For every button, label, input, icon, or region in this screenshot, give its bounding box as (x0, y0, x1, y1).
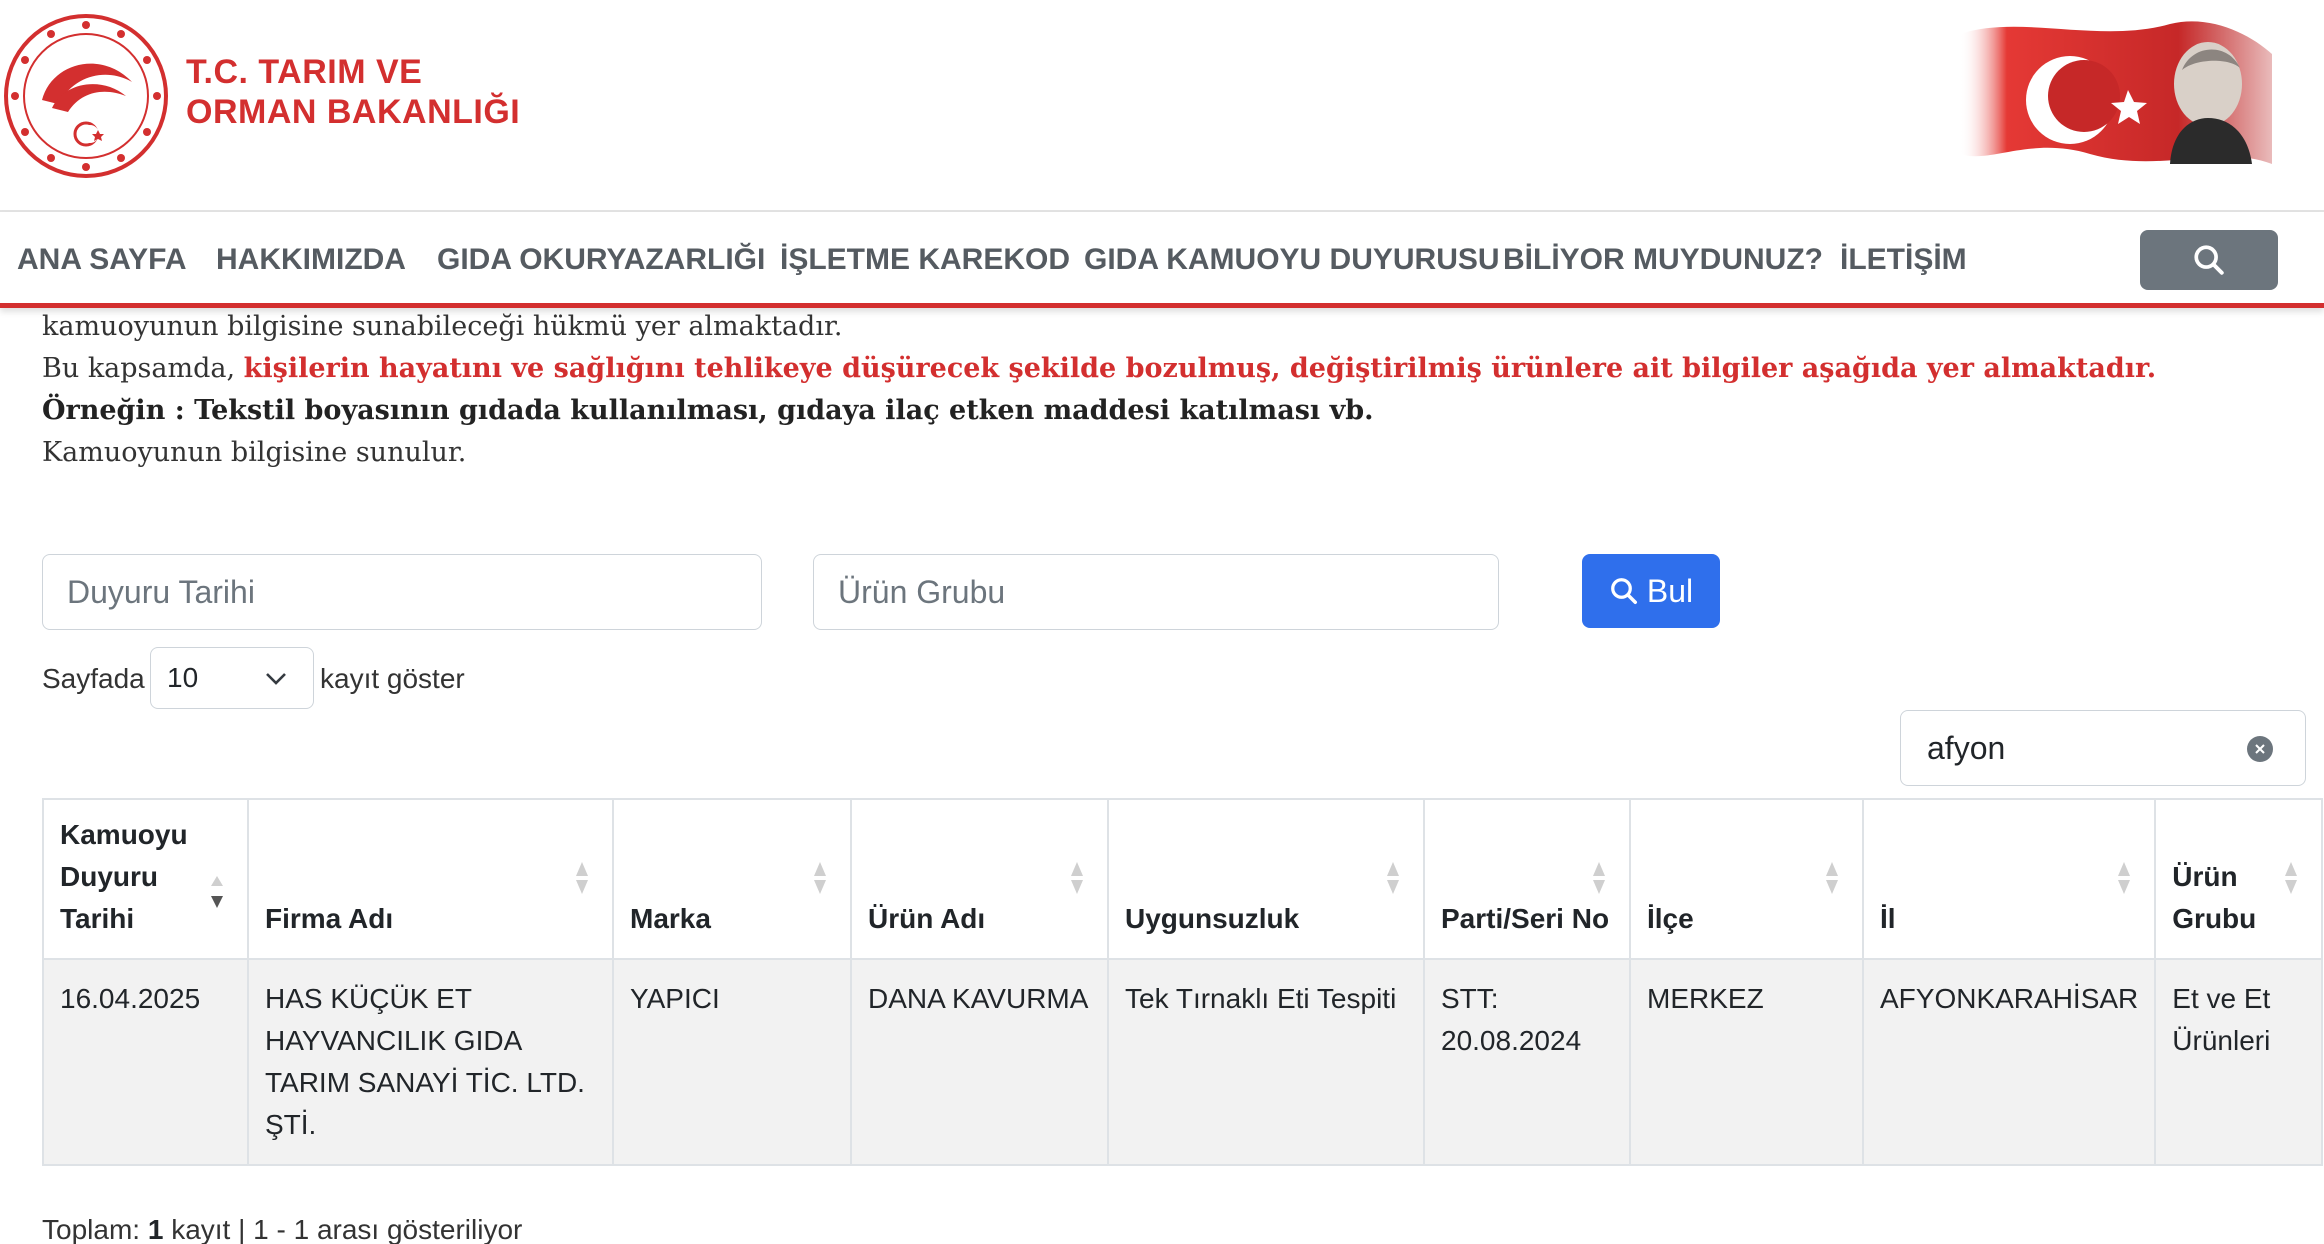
sort-icon (1071, 862, 1083, 894)
page-length-suffix: kayıt göster (320, 663, 465, 694)
cell-nonconformity: Tek Tırnaklı Eti Tespiti (1107, 958, 1425, 1166)
ministry-emblem-icon[interactable] (2, 12, 170, 180)
sort-icon (2285, 862, 2298, 894)
summary-suffix: kayıt | 1 - 1 arası gösteriliyor (171, 1214, 523, 1244)
find-button[interactable]: Bul (1582, 554, 1720, 628)
cell-district: MERKEZ (1629, 958, 1864, 1166)
product-group-input[interactable]: Ürün Grubu (813, 554, 1499, 630)
table-search-value: afyon (1927, 730, 2006, 766)
column-header-label: Marka (630, 903, 711, 934)
summary-count: 1 (147, 1214, 164, 1244)
sort-icon (814, 862, 826, 894)
ministry-name-line1: T.C. TARIM VE (186, 53, 423, 91)
cell-province: AFYONKARAHİSAR (1861, 958, 2157, 1166)
page-length-value: 10 (167, 662, 199, 693)
nav-search-button[interactable] (2140, 230, 2278, 290)
turkish-flag-ataturk-banner (1960, 21, 2272, 165)
ministry-name[interactable]: T.C. TARIM VE ORMAN BAKANLIĞI (186, 52, 520, 132)
nav-item-ana-sayfa[interactable]: ANA SAYFA (17, 212, 186, 308)
ministry-name-line2: ORMAN BAKANLIĞI (186, 93, 521, 131)
column-header-label: Ürün Adı (868, 903, 986, 934)
intro-line-4: Kamuoyunun bilgisine sunulur. (42, 437, 467, 468)
chevron-down-icon (266, 673, 286, 685)
intro-line-2-prefix: Bu kapsamda, (42, 353, 244, 384)
column-header-label: Kamuoyu Duyuru Tarihi (60, 819, 188, 934)
search-icon (2194, 245, 2224, 275)
column-header-province[interactable]: İl (1861, 798, 2157, 960)
column-header-label: Ürün Grubu (2172, 861, 2257, 934)
cell-product-group: Et ve Et Ürünleri (2154, 958, 2324, 1166)
column-header-label: İl (1880, 903, 1896, 934)
nav-item-biliyor-muydunuz[interactable]: BİLİYOR MUYDUNUZ? (1503, 212, 1823, 308)
sort-icon (1826, 862, 1838, 894)
table-header-row: Kamuoyu Duyuru Tarihi Firma Adı Marka Ür… (42, 798, 2324, 960)
nav-item-isletme-karekod[interactable]: İŞLETME KAREKOD (780, 212, 1070, 308)
cell-brand: YAPICI (612, 958, 852, 1166)
column-header-district[interactable]: İlçe (1629, 798, 1864, 960)
cell-batch-no: STT: 20.08.2024 (1423, 958, 1631, 1166)
column-header-label: İlçe (1647, 903, 1694, 934)
nav-item-iletisim[interactable]: İLETİŞİM (1840, 212, 1967, 308)
announcement-date-input[interactable]: Duyuru Tarihi (42, 554, 762, 630)
main-nav: ANA SAYFA HAKKIMIZDA GIDA OKURYAZARLIĞI … (0, 212, 2324, 308)
nav-item-hakkimizda[interactable]: HAKKIMIZDA (216, 212, 406, 308)
intro-text: kamuoyunun bilgisine sunabileceği hükmü … (42, 306, 2282, 474)
column-header-announcement-date[interactable]: Kamuoyu Duyuru Tarihi (42, 798, 249, 960)
nav-item-gida-kamuoyu-duyurusu[interactable]: GIDA KAMUOYU DUYURUSU (1084, 212, 1500, 308)
intro-line-2: Bu kapsamda, kişilerin hayatını ve sağlı… (42, 348, 2282, 390)
table-summary: Toplam: 1 kayıt | 1 - 1 arası gösteriliy… (42, 1212, 522, 1244)
nav-item-gida-okuryazarligi[interactable]: GIDA OKURYAZARLIĞI (437, 212, 765, 308)
page-length-select[interactable]: 10 (150, 647, 314, 709)
sort-icon (1387, 862, 1399, 894)
column-header-label: Firma Adı (265, 903, 394, 934)
page-length-prefix: Sayfada (42, 663, 145, 694)
table-search-input[interactable]: afyon (1900, 710, 2306, 786)
summary-prefix: Toplam: (42, 1214, 141, 1244)
cell-product-name: DANA KAVURMA (850, 958, 1109, 1166)
column-header-label: Uygunsuzluk (1125, 903, 1300, 934)
column-header-company[interactable]: Firma Adı (247, 798, 614, 960)
column-header-batch-no[interactable]: Parti/Seri No (1423, 798, 1631, 960)
column-header-label: Parti/Seri No (1441, 903, 1610, 934)
intro-example-text: Örneğin : Tekstil boyasının gıdada kulla… (42, 395, 1374, 426)
results-table: Kamuoyu Duyuru Tarihi Firma Adı Marka Ür… (42, 798, 2324, 1166)
column-header-brand[interactable]: Marka (612, 798, 852, 960)
intro-warning-text: kişilerin hayatını ve sağlığını tehlikey… (243, 353, 2157, 384)
column-header-nonconformity[interactable]: Uygunsuzluk (1107, 798, 1425, 960)
clear-search-icon[interactable] (2247, 736, 2273, 762)
site-header: T.C. TARIM VE ORMAN BAKANLIĞI (0, 0, 2324, 212)
intro-line-1: kamuoyunun bilgisine sunabileceği hükmü … (42, 311, 843, 342)
search-icon (1611, 578, 1637, 604)
find-button-label: Bul (1646, 572, 1694, 609)
table-row: 16.04.2025 HAS KÜÇÜK ET HAYVANCILIK GIDA… (42, 958, 2324, 1166)
cell-company: HAS KÜÇÜK ET HAYVANCILIK GIDA TARIM SANA… (247, 958, 614, 1166)
column-header-product-name[interactable]: Ürün Adı (850, 798, 1109, 960)
column-header-product-group[interactable]: Ürün Grubu (2154, 798, 2324, 960)
cell-announcement-date: 16.04.2025 (42, 958, 249, 1166)
sort-desc-icon (211, 876, 223, 908)
sort-icon (2118, 862, 2131, 894)
sort-icon (576, 862, 588, 894)
sort-icon (1593, 862, 1605, 894)
